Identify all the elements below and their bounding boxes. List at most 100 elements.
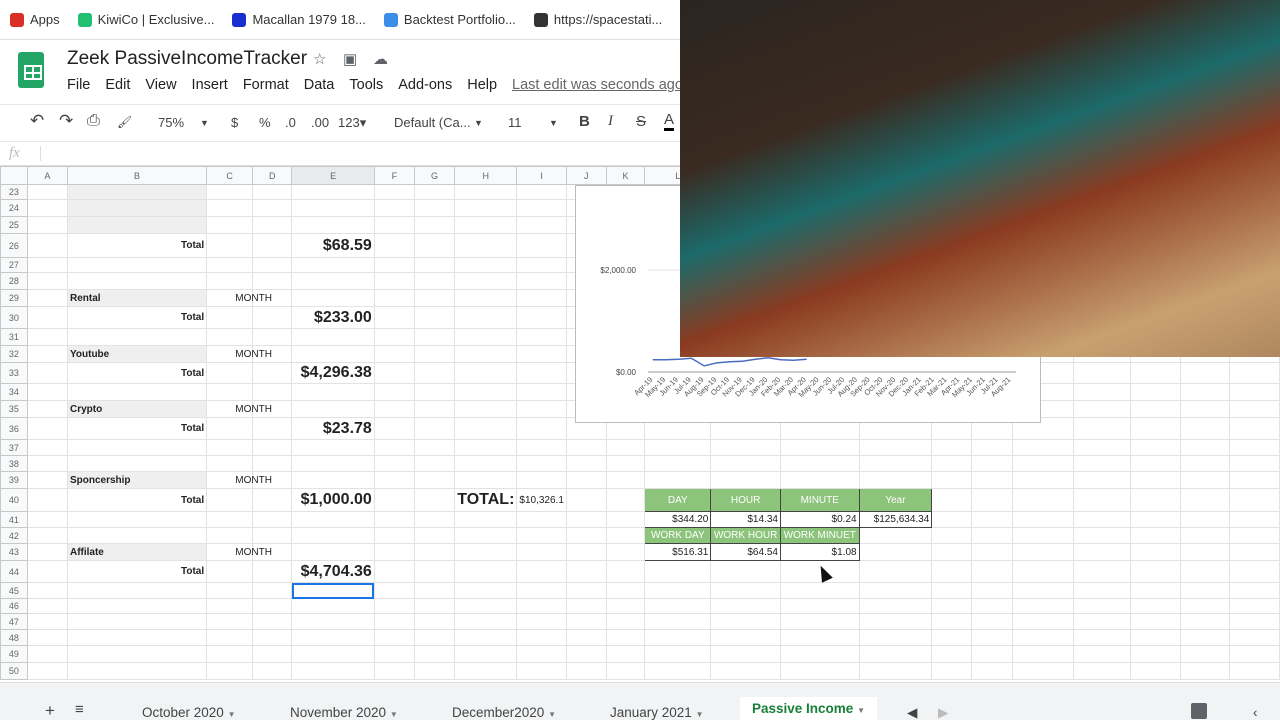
cell-g26[interactable] [413,233,456,258]
cell-e34[interactable] [291,383,375,401]
cell-b41[interactable] [66,511,208,528]
cell-j49[interactable] [565,645,607,663]
cell-r40[interactable] [1011,488,1074,512]
cell-g42[interactable] [413,527,456,544]
cell-r46[interactable] [1011,598,1074,614]
move-folder-icon[interactable]: ▣ [343,50,357,68]
cell-p43[interactable] [931,543,973,561]
cell-a46[interactable] [26,598,68,614]
cell-u39[interactable] [1179,471,1231,489]
cell-h40[interactable]: TOTAL: [454,488,518,512]
cell-d48[interactable] [252,629,293,646]
cell-g43[interactable] [413,543,456,561]
cell-s37[interactable] [1072,439,1132,456]
cell-t38[interactable] [1130,455,1181,472]
cell-t40[interactable] [1130,488,1181,512]
cell-l41[interactable]: $344.20 [644,511,712,528]
cell-h35[interactable] [454,400,518,418]
cell-h30[interactable] [454,306,518,329]
row-header[interactable]: 37 [0,439,28,456]
cell-i36[interactable] [516,417,567,440]
cell-t45[interactable] [1130,582,1181,599]
cell-a33[interactable] [26,362,68,384]
cell-d29[interactable] [252,289,293,307]
row-header[interactable]: 41 [0,511,28,528]
cell-t49[interactable] [1130,645,1181,663]
number-format-button[interactable]: 123▾ [338,115,366,131]
cell-f41[interactable] [373,511,415,528]
cell-k41[interactable] [605,511,646,528]
menu-help[interactable]: Help [467,77,497,93]
cell-m43[interactable]: $64.54 [710,543,781,561]
cell-i46[interactable] [516,598,567,614]
cell-e38[interactable] [291,455,375,472]
print-icon[interactable]: ⎙ [87,112,100,130]
cell-a32[interactable] [26,345,68,363]
cell-d26[interactable] [252,233,293,258]
cell-d36[interactable] [252,417,293,440]
cell-q37[interactable] [971,439,1013,456]
cell-l43[interactable]: $516.31 [644,543,712,561]
cell-f37[interactable] [373,439,415,456]
cell-v47[interactable] [1229,613,1280,630]
cell-s33[interactable] [1072,362,1132,384]
column-header-e[interactable]: E [291,166,375,185]
cell-i32[interactable] [516,345,567,363]
cell-n40[interactable]: MINUTE [779,488,860,512]
cell-u34[interactable] [1179,383,1231,401]
cell-f34[interactable] [373,383,415,401]
cell-j38[interactable] [565,455,607,472]
cell-f49[interactable] [373,645,415,663]
cell-p40[interactable] [931,488,973,512]
decrease-decimal-button[interactable]: .0 [285,115,296,130]
cell-f28[interactable] [373,272,415,290]
cell-b43[interactable]: Affilate [66,543,208,561]
cell-h49[interactable] [454,645,518,663]
cell-e41[interactable] [291,511,375,528]
cell-m40[interactable]: HOUR [710,488,781,512]
cell-a49[interactable] [26,645,68,663]
cell-g33[interactable] [413,362,456,384]
cell-d49[interactable] [252,645,293,663]
cell-a30[interactable] [26,306,68,329]
cell-q41[interactable] [971,511,1013,528]
cell-b46[interactable] [66,598,208,614]
cell-d35[interactable] [252,400,293,418]
cell-u46[interactable] [1179,598,1231,614]
column-header-b[interactable]: B [66,166,208,185]
cell-s42[interactable] [1072,527,1132,544]
cell-v44[interactable] [1229,560,1280,583]
cell-f25[interactable] [373,216,415,234]
row-header[interactable]: 32 [0,345,28,363]
cell-f27[interactable] [373,257,415,273]
sheet-tab[interactable]: Passive Income ▼ [740,697,877,721]
row-header[interactable]: 47 [0,613,28,630]
menu-view[interactable]: View [145,77,176,93]
cell-c28[interactable] [206,272,254,290]
cell-h28[interactable] [454,272,518,290]
cell-p50[interactable] [931,662,973,680]
cell-s50[interactable] [1072,662,1132,680]
row-header[interactable]: 33 [0,362,28,384]
cell-e28[interactable] [291,272,375,290]
cell-d37[interactable] [252,439,293,456]
cell-f38[interactable] [373,455,415,472]
cell-b38[interactable] [66,455,208,472]
cell-o39[interactable] [858,471,933,489]
cell-c47[interactable] [206,613,254,630]
cell-f45[interactable] [373,582,415,599]
cell-i28[interactable] [516,272,567,290]
cell-f26[interactable] [373,233,415,258]
cell-r47[interactable] [1011,613,1074,630]
cell-c43[interactable]: MONTH [206,543,272,561]
tab-chevron-down-icon[interactable]: ▼ [857,706,865,715]
cell-u42[interactable] [1179,527,1231,544]
cell-g34[interactable] [413,383,456,401]
cell-f30[interactable] [373,306,415,329]
cell-f33[interactable] [373,362,415,384]
row-header[interactable]: 50 [0,662,28,680]
cell-i47[interactable] [516,613,567,630]
cell-u47[interactable] [1179,613,1231,630]
sheet-tab[interactable]: December2020 ▼ [452,705,556,720]
cell-d32[interactable] [252,345,293,363]
